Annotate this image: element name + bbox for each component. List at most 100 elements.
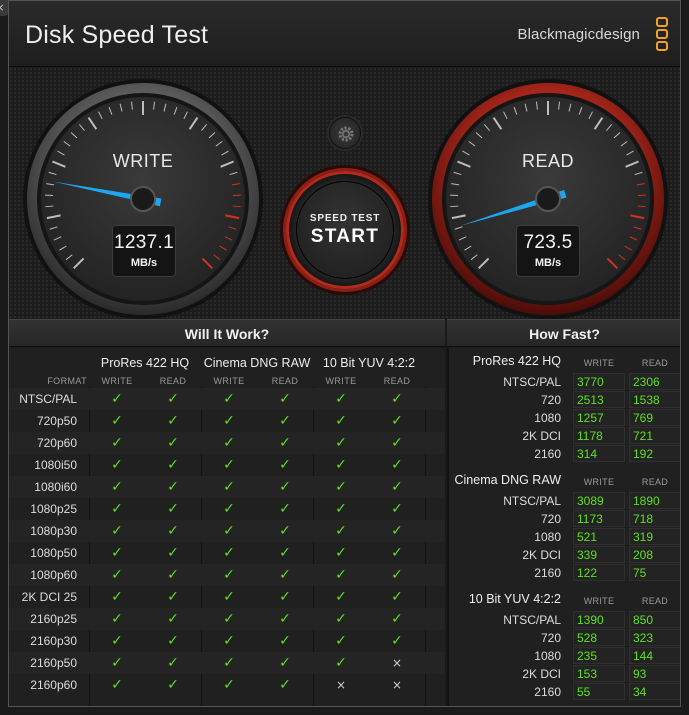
how-fast-row: 2160 122 75 [449,564,680,582]
format-label: 1080 [534,530,561,544]
checkmark-icon: ✓ [111,567,123,583]
close-window-button[interactable]: × [0,0,8,16]
how-fast-row: 720 1173 718 [449,510,680,528]
table-row: 1080p60 ✓ ✓ ✓ ✓ ✓ ✓ [9,564,445,586]
how-fast-row: 2K DCI 1178 721 [449,427,680,445]
gear-icon [338,126,354,142]
checkmark-icon: ✓ [111,633,123,649]
table-row: 2K DCI 25 ✓ ✓ ✓ ✓ ✓ ✓ [9,586,445,608]
codec-header-cinema-dng: Cinema DNG RAW [203,356,311,370]
write-speed-unit: MB/s [130,257,158,269]
format-label: NTSC/PAL [503,375,561,389]
checkmark-icon: ✓ [111,457,123,473]
format-label: 1080p50 [30,546,77,560]
write-fps-value: 339 [573,546,625,563]
checkmark-icon: ✓ [335,545,347,561]
speed-test-start-button[interactable]: SPEED TEST START [286,171,404,289]
checkmark-icon: ✓ [391,567,403,583]
how-fast-read-header: READ [641,477,669,487]
checkmark-icon: ✓ [223,677,235,693]
codec-header-prores: ProRes 422 HQ [100,356,190,370]
prores-read-header: READ [159,376,187,386]
disk-speed-test-window: Disk Speed Test Blackmagicdesign WRITE 1… [8,0,681,707]
checkmark-icon: ✓ [279,567,291,583]
gauge-tick [45,205,54,208]
checkmark-icon: ✓ [111,413,123,429]
format-label: 2160p50 [30,656,77,670]
table-row: NTSC/PAL ✓ ✓ ✓ ✓ ✓ ✓ [9,388,445,410]
cross-icon: × [335,678,347,692]
start-button-label: START [310,226,380,247]
read-fps-value: 769 [629,409,680,426]
checkmark-icon: ✓ [391,413,403,429]
format-label: 2160 [534,566,561,580]
read-fps-value: 319 [629,528,680,545]
checkmark-icon: ✓ [223,523,235,539]
checkmark-icon: ✓ [167,479,179,495]
checkmark-icon: ✓ [167,611,179,627]
checkmark-icon: ✓ [279,501,291,517]
checkmark-icon: ✓ [335,589,347,605]
how-fast-row: 720 2513 1538 [449,391,680,409]
how-fast-codec-header: 10 Bit YUV 4:2:2 [468,592,561,606]
write-fps-value: 521 [573,528,625,545]
format-label: 2160p25 [30,612,77,626]
write-gauge-dial [23,79,263,319]
checkmark-icon: ✓ [335,435,347,451]
settings-button[interactable] [329,117,361,149]
write-fps-value: 122 [573,564,625,581]
write-fps-value: 528 [573,629,625,646]
brand-name: Blackmagicdesign [517,26,640,43]
checkmark-icon: ✓ [335,413,347,429]
format-label: 2K DCI 25 [21,590,77,604]
checkmark-icon: ✓ [335,633,347,649]
write-fps-value: 153 [573,665,625,682]
how-fast-row: NTSC/PAL 1390 850 [449,611,680,629]
how-fast-row: 2160 314 192 [449,445,680,463]
table-row: 1080p30 ✓ ✓ ✓ ✓ ✓ ✓ [9,520,445,542]
read-fps-value: 208 [629,546,680,563]
checkmark-icon: ✓ [167,655,179,671]
results-tables: Will It Work? How Fast? ProRes 422 HQ Ci… [9,319,680,706]
read-speed-value: 723.5 [523,232,573,253]
checkmark-icon: ✓ [391,501,403,517]
table-row: 2160p50 ✓ ✓ ✓ ✓ ✓ × [9,652,445,674]
read-fps-value: 93 [629,665,680,682]
checkmark-icon: ✓ [279,611,291,627]
how-fast-row: NTSC/PAL 3770 2306 [449,373,680,391]
write-fps-value: 3770 [573,373,625,390]
how-fast-row: 1080 1257 769 [449,409,680,427]
how-fast-read-header: READ [641,596,669,606]
checkmark-icon: ✓ [167,567,179,583]
format-label: 2160 [534,685,561,699]
checkmark-icon: ✓ [335,391,347,407]
gauge-tick [637,205,646,208]
checkmark-icon: ✓ [167,523,179,539]
how-fast-row: NTSC/PAL 3089 1890 [449,492,680,510]
checkmark-icon: ✓ [391,589,403,605]
how-fast-row: 1080 235 144 [449,647,680,665]
checkmark-icon: ✓ [279,545,291,561]
checkmark-icon: ✓ [111,611,123,627]
write-fps-value: 1178 [573,427,625,444]
checkmark-icon: ✓ [335,457,347,473]
checkmark-icon: ✓ [167,677,179,693]
how-fast-row: 2K DCI 153 93 [449,665,680,683]
checkmark-icon: ✓ [223,391,235,407]
checkmark-icon: ✓ [167,633,179,649]
read-fps-value: 1890 [629,492,680,509]
checkmark-icon: ✓ [223,589,235,605]
format-label: NTSC/PAL [19,392,77,406]
how-fast-row: 720 528 323 [449,629,680,647]
checkmark-icon: ✓ [335,523,347,539]
checkmark-icon: ✓ [223,545,235,561]
how-fast-row: 2160 55 34 [449,683,680,701]
format-label: 1080 [534,649,561,663]
format-label: 2160p30 [30,634,77,648]
table-row: 1080p25 ✓ ✓ ✓ ✓ ✓ ✓ [9,498,445,520]
app-title: Disk Speed Test [25,21,209,49]
format-label: 720 [540,393,561,407]
checkmark-icon: ✓ [279,435,291,451]
read-fps-value: 34 [629,683,680,700]
format-label: 1080p60 [30,568,77,582]
